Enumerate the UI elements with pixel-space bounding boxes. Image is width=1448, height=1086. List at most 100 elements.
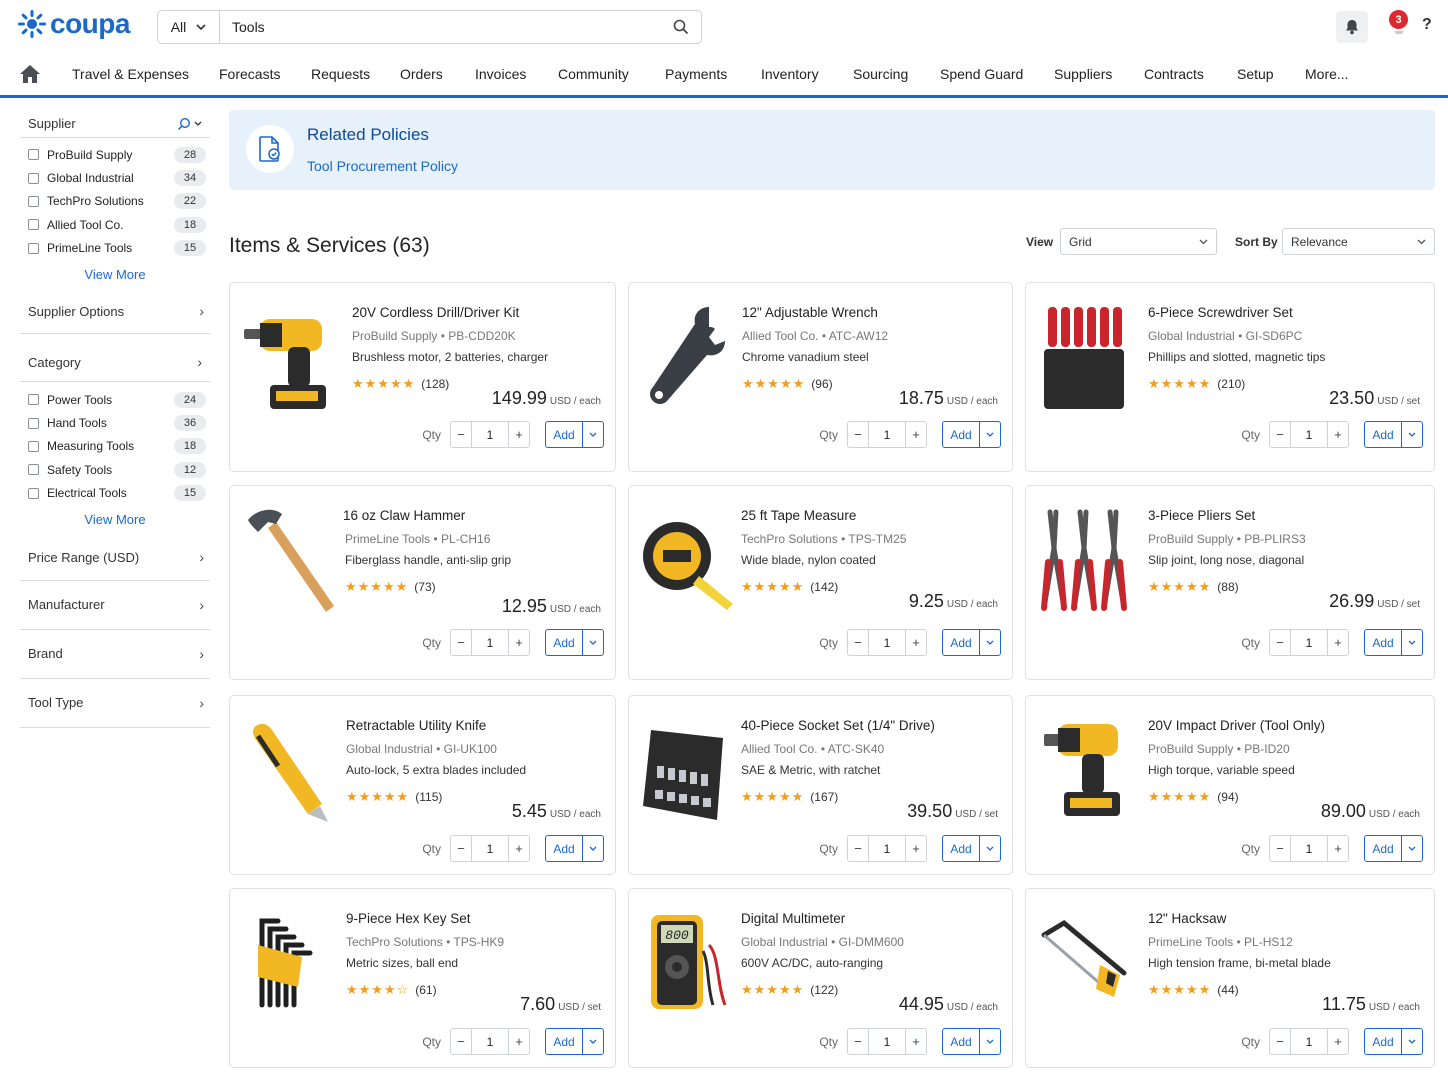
add-options-dropdown[interactable]: [583, 630, 603, 655]
tool-procurement-policy-link[interactable]: Tool Procurement Policy: [307, 158, 458, 174]
product-card[interactable]: 6-Piece Screwdriver Set Global Industria…: [1025, 282, 1435, 472]
checkbox[interactable]: [28, 394, 39, 406]
nav-contracts[interactable]: Contracts: [1144, 66, 1204, 82]
nav-sourcing[interactable]: Sourcing: [853, 66, 908, 82]
product-name[interactable]: 25 ft Tape Measure: [741, 508, 856, 523]
add-options-dropdown[interactable]: [1402, 422, 1422, 447]
quantity-input[interactable]: 1: [868, 836, 906, 861]
product-card[interactable]: 20V Cordless Drill/Driver Kit ProBuild S…: [229, 282, 616, 472]
view-select[interactable]: Grid: [1060, 228, 1217, 255]
decrement-button[interactable]: −: [451, 422, 471, 447]
brand-facet[interactable]: Brand ›: [20, 630, 210, 679]
product-image[interactable]: [238, 710, 338, 830]
quantity-input[interactable]: 1: [1290, 630, 1328, 655]
decrement-button[interactable]: −: [451, 1029, 471, 1054]
add-options-dropdown[interactable]: [583, 1029, 603, 1054]
product-image[interactable]: [637, 297, 737, 417]
nav-payments[interactable]: Payments: [665, 66, 727, 82]
product-image[interactable]: [1034, 903, 1134, 1023]
decrement-button[interactable]: −: [1270, 422, 1290, 447]
decrement-button[interactable]: −: [1270, 836, 1290, 861]
product-image[interactable]: [1034, 710, 1134, 830]
alerts-button[interactable]: [1336, 11, 1368, 43]
add-button[interactable]: Add: [943, 630, 980, 655]
search-button[interactable]: [661, 11, 701, 43]
increment-button[interactable]: +: [1328, 422, 1348, 447]
product-card[interactable]: 12" Adjustable Wrench Allied Tool Co. • …: [628, 282, 1013, 472]
product-image[interactable]: [1034, 500, 1134, 620]
quantity-input[interactable]: 1: [471, 422, 509, 447]
quantity-input[interactable]: 1: [1290, 836, 1328, 861]
checkbox[interactable]: [28, 242, 39, 254]
decrement-button[interactable]: −: [451, 630, 471, 655]
product-name[interactable]: 3-Piece Pliers Set: [1148, 508, 1255, 523]
nav-requests[interactable]: Requests: [311, 66, 370, 82]
add-button[interactable]: Add: [546, 422, 583, 447]
increment-button[interactable]: +: [509, 836, 529, 861]
nav-inventory[interactable]: Inventory: [761, 66, 819, 82]
supplier-filter-option[interactable]: Allied Tool Co. 18: [20, 213, 210, 236]
product-card[interactable]: 3-Piece Pliers Set ProBuild Supply • PB-…: [1025, 485, 1435, 680]
increment-button[interactable]: +: [906, 422, 926, 447]
home-button[interactable]: [19, 64, 41, 87]
decrement-button[interactable]: −: [1270, 630, 1290, 655]
checkbox[interactable]: [28, 487, 39, 499]
add-options-dropdown[interactable]: [1402, 836, 1422, 861]
increment-button[interactable]: +: [1328, 1029, 1348, 1054]
product-card[interactable]: 12" Hacksaw PrimeLine Tools • PL-HS12 Hi…: [1025, 888, 1435, 1068]
product-card[interactable]: 40-Piece Socket Set (1/4" Drive) Allied …: [628, 695, 1013, 875]
product-name[interactable]: 40-Piece Socket Set (1/4" Drive): [741, 718, 935, 733]
supplier-filter-option[interactable]: PrimeLine Tools 15: [20, 237, 210, 260]
increment-button[interactable]: +: [906, 1029, 926, 1054]
nav-setup[interactable]: Setup: [1237, 66, 1274, 82]
add-options-dropdown[interactable]: [1402, 1029, 1422, 1054]
product-card[interactable]: 25 ft Tape Measure TechPro Solutions • T…: [628, 485, 1013, 680]
product-name[interactable]: 12" Adjustable Wrench: [742, 305, 878, 320]
add-button[interactable]: Add: [1365, 422, 1402, 447]
nav-travel-expenses[interactable]: Travel & Expenses: [72, 66, 189, 82]
add-button[interactable]: Add: [546, 630, 583, 655]
checkbox[interactable]: [28, 195, 39, 207]
quantity-input[interactable]: 1: [868, 630, 906, 655]
supplier-filter-option[interactable]: ProBuild Supply 28: [20, 143, 210, 166]
add-button[interactable]: Add: [943, 836, 980, 861]
add-button[interactable]: Add: [1365, 836, 1402, 861]
product-name[interactable]: 16 oz Claw Hammer: [343, 508, 465, 523]
category-filter-option[interactable]: Power Tools 24: [20, 388, 210, 411]
quantity-input[interactable]: 1: [471, 630, 509, 655]
product-image[interactable]: [238, 500, 338, 620]
category-filter-option[interactable]: Safety Tools 12: [20, 458, 210, 481]
notifications-button[interactable]: 3: [1386, 10, 1412, 40]
decrement-button[interactable]: −: [848, 836, 868, 861]
tool-type-facet[interactable]: Tool Type ›: [20, 679, 210, 728]
add-button[interactable]: Add: [546, 1029, 583, 1054]
decrement-button[interactable]: −: [848, 1029, 868, 1054]
nav-forecasts[interactable]: Forecasts: [219, 66, 280, 82]
product-card[interactable]: Retractable Utility Knife Global Industr…: [229, 695, 616, 875]
product-card[interactable]: 20V Impact Driver (Tool Only) ProBuild S…: [1025, 695, 1435, 875]
add-button[interactable]: Add: [1365, 1029, 1402, 1054]
search-scope-dropdown[interactable]: All: [158, 11, 220, 43]
decrement-button[interactable]: −: [1270, 1029, 1290, 1054]
category-view-more-link[interactable]: View More: [20, 505, 210, 535]
product-name[interactable]: 12" Hacksaw: [1148, 911, 1226, 926]
add-options-dropdown[interactable]: [980, 1029, 1000, 1054]
nav-spend-guard[interactable]: Spend Guard: [940, 66, 1023, 82]
quantity-input[interactable]: 1: [868, 422, 906, 447]
coupa-logo[interactable]: coupa: [16, 8, 130, 40]
quantity-input[interactable]: 1: [1290, 422, 1328, 447]
increment-button[interactable]: +: [1328, 630, 1348, 655]
product-image[interactable]: [637, 500, 737, 620]
nav-invoices[interactable]: Invoices: [475, 66, 526, 82]
supplier-options-facet[interactable]: Supplier Options ›: [20, 290, 210, 334]
add-options-dropdown[interactable]: [980, 836, 1000, 861]
quantity-input[interactable]: 1: [868, 1029, 906, 1054]
add-options-dropdown[interactable]: [980, 630, 1000, 655]
nav-community[interactable]: Community: [558, 66, 629, 82]
product-card[interactable]: 9-Piece Hex Key Set TechPro Solutions • …: [229, 888, 616, 1068]
increment-button[interactable]: +: [509, 422, 529, 447]
nav-orders[interactable]: Orders: [400, 66, 443, 82]
supplier-view-more-link[interactable]: View More: [20, 260, 210, 290]
supplier-filter-option[interactable]: TechPro Solutions 22: [20, 190, 210, 213]
checkbox[interactable]: [28, 149, 39, 161]
